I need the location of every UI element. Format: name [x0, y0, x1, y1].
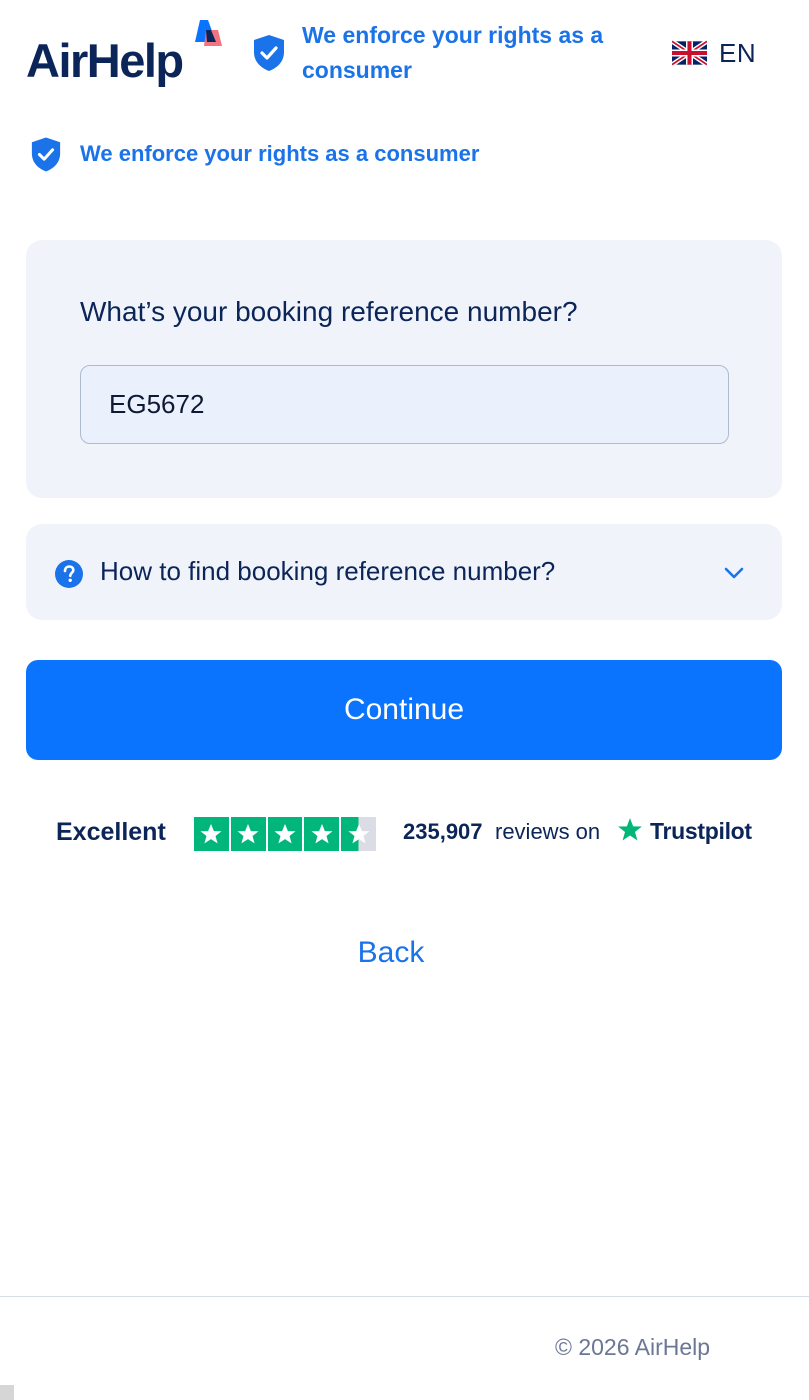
shield-check-icon: [254, 35, 284, 71]
star-icon: [304, 817, 340, 851]
star-half-icon: [341, 817, 376, 851]
chevron-down-icon: [724, 567, 744, 579]
help-label: How to find booking reference number?: [100, 556, 556, 586]
logo-mark-icon: [195, 20, 222, 46]
rights-text: We enforce your rights as a consumer: [80, 141, 480, 166]
trustpilot-stars: [194, 817, 376, 851]
star-icon: [194, 817, 229, 851]
booking-reference-help-accordion[interactable]: How to find booking reference number?: [26, 524, 782, 620]
header-rights-badge: We enforce your rights as a consumer: [252, 18, 632, 88]
language-label: EN: [719, 37, 757, 68]
trustpilot-rating-label: Excellent: [56, 818, 166, 846]
trustpilot-star-icon: [618, 818, 642, 841]
booking-reference-card: What’s your booking reference number?: [26, 240, 782, 498]
corner-artifact: [0, 1385, 14, 1400]
star-icon: [267, 817, 303, 851]
trustpilot-reviews-text: reviews on: [495, 819, 601, 844]
rights-badge: We enforce your rights as a consumer: [30, 134, 479, 174]
shield-check-icon: [31, 137, 61, 171]
booking-reference-question: What’s your booking reference number?: [80, 296, 578, 327]
star-icon: [230, 817, 266, 851]
trustpilot-brand: Trustpilot: [650, 818, 752, 844]
header-rights-text: We enforce your rights as a consumer: [302, 22, 604, 83]
continue-button[interactable]: Continue: [26, 660, 782, 760]
trustpilot-review-count: 235,907: [403, 819, 483, 844]
footer-divider: [0, 1296, 809, 1297]
trustpilot-widget[interactable]: Excellent 235,907 reviews on Trustpilot: [56, 815, 756, 851]
footer-copyright: © 2026 AirHelp: [555, 1334, 711, 1360]
language-selector[interactable]: EN: [672, 36, 756, 70]
question-circle-icon: [55, 560, 83, 588]
booking-reference-input[interactable]: [80, 365, 729, 444]
uk-flag-icon: [672, 40, 707, 66]
back-link[interactable]: Back: [0, 936, 782, 970]
logo-wordmark: AirHelp: [26, 34, 184, 87]
airhelp-logo[interactable]: AirHelp: [26, 18, 226, 90]
